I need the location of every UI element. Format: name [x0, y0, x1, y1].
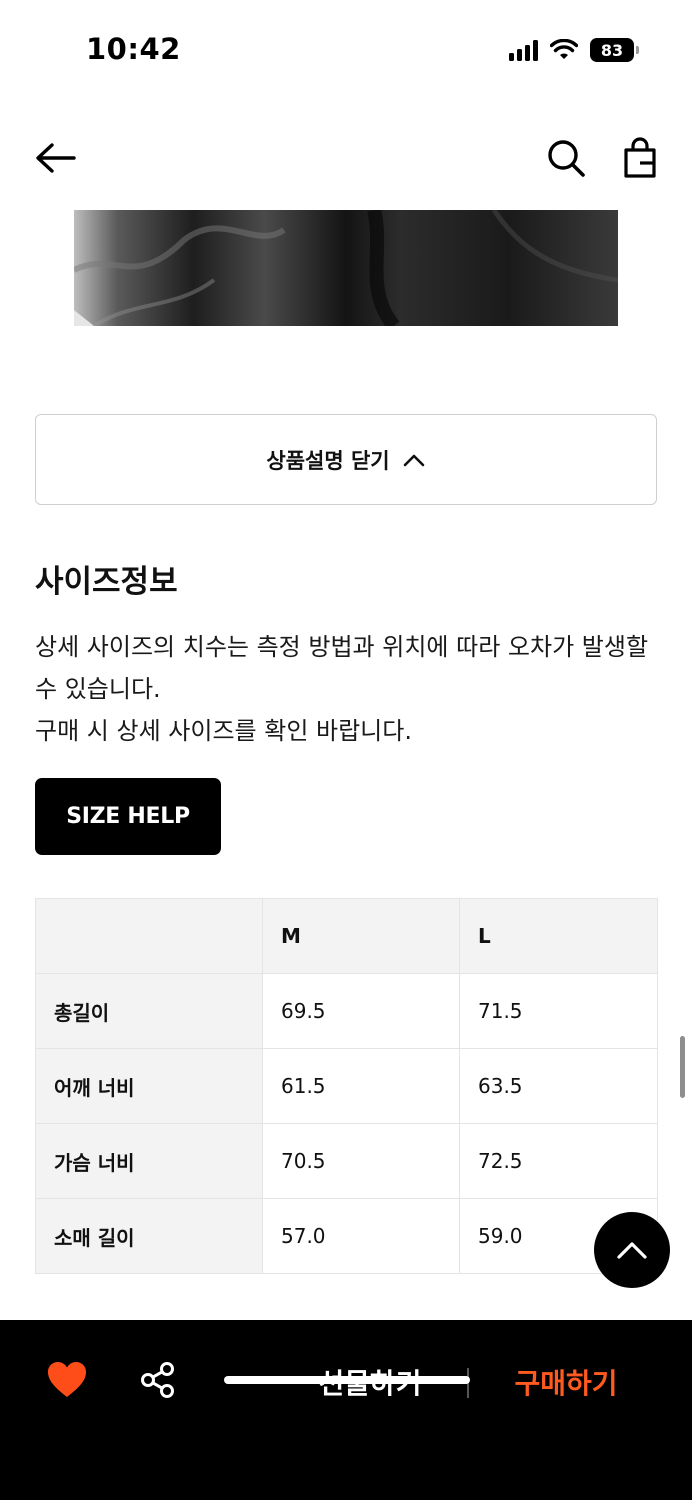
back-arrow-icon[interactable]	[32, 136, 80, 180]
scrollbar[interactable]	[680, 1036, 685, 1098]
home-indicator	[224, 1376, 470, 1384]
search-icon[interactable]	[542, 134, 590, 182]
size-desc-line-1: 상세 사이즈의 치수는 측정 방법과 위치에 따라 오차가 발생할 수 있습니다…	[35, 633, 649, 703]
product-detail-image	[74, 210, 618, 326]
row-label: 어깨 너비	[35, 1048, 263, 1124]
share-icon[interactable]	[138, 1360, 178, 1400]
size-table: M L 총길이 69.5 71.5 어깨 너비 61.5 63.5 가슴 너비 …	[35, 898, 658, 1274]
size-desc-line-2: 구매 시 상세 사이즈를 확인 바랍니다.	[35, 717, 412, 745]
top-nav	[0, 128, 692, 188]
table-row: 가슴 너비 70.5 72.5	[35, 1123, 658, 1199]
status-bar: 10:42 83	[0, 0, 692, 100]
size-info-description: 상세 사이즈의 치수는 측정 방법과 위치에 따라 오차가 발생할 수 있습니다…	[35, 626, 660, 752]
close-description-label: 상품설명 닫기	[266, 448, 390, 473]
table-row: 소매 길이 57.0 59.0	[35, 1198, 658, 1274]
close-description-button[interactable]: 상품설명 닫기	[35, 414, 657, 505]
table-cell: 71.5	[459, 973, 658, 1049]
fabric-photo	[74, 210, 618, 326]
table-cell: 63.5	[459, 1048, 658, 1124]
battery-icon: 83	[590, 38, 639, 62]
table-cell: 72.5	[459, 1123, 658, 1199]
bottom-action-bar: 선물하기 구매하기	[0, 1320, 692, 1500]
row-label: 가슴 너비	[35, 1123, 263, 1199]
scroll-to-top-button[interactable]	[594, 1212, 670, 1288]
table-cell: 69.5	[262, 973, 460, 1049]
heart-icon[interactable]	[46, 1360, 88, 1400]
status-time: 10:42	[86, 32, 181, 66]
table-cell: 57.0	[262, 1198, 460, 1274]
chevron-up-icon	[617, 1242, 647, 1259]
chevron-up-icon	[403, 454, 424, 466]
table-row: 어깨 너비 61.5 63.5	[35, 1048, 658, 1124]
table-header-cell: L	[459, 898, 658, 974]
table-cell: 70.5	[262, 1123, 460, 1199]
table-header-cell	[35, 898, 263, 974]
table-cell: 61.5	[262, 1048, 460, 1124]
size-help-button[interactable]: SIZE HELP	[35, 778, 221, 855]
size-info-title: 사이즈정보	[35, 564, 178, 600]
row-label: 소매 길이	[35, 1198, 263, 1274]
row-label: 총길이	[35, 973, 263, 1049]
table-header-cell: M	[262, 898, 460, 974]
buy-button[interactable]: 구매하기	[496, 1360, 636, 1404]
table-header-row: M L	[35, 898, 658, 974]
wifi-icon	[550, 39, 578, 59]
shopping-bag-icon[interactable]	[616, 134, 664, 182]
status-icons: 83	[509, 38, 639, 62]
battery-level: 83	[600, 40, 624, 60]
table-row: 총길이 69.5 71.5	[35, 973, 658, 1049]
signal-icon	[509, 39, 538, 61]
